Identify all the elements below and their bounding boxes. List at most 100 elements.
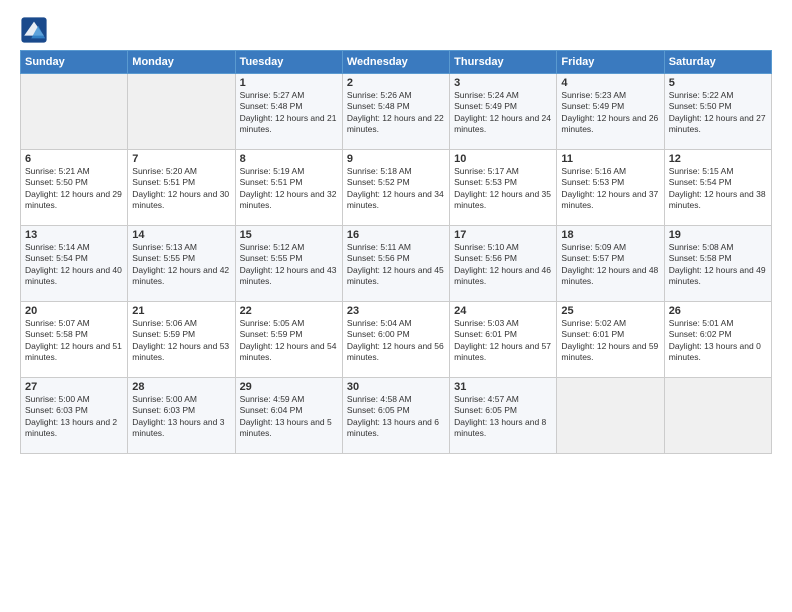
calendar-cell: 22Sunrise: 5:05 AMSunset: 5:59 PMDayligh… (235, 302, 342, 378)
week-row-1: 6Sunrise: 5:21 AMSunset: 5:50 PMDaylight… (21, 150, 772, 226)
calendar-table: SundayMondayTuesdayWednesdayThursdayFrid… (20, 50, 772, 454)
calendar-cell: 26Sunrise: 5:01 AMSunset: 6:02 PMDayligh… (664, 302, 771, 378)
day-number: 24 (454, 305, 552, 317)
day-content: Sunrise: 5:15 AMSunset: 5:54 PMDaylight:… (669, 166, 767, 212)
day-number: 25 (561, 305, 659, 317)
day-content: Sunrise: 5:11 AMSunset: 5:56 PMDaylight:… (347, 242, 445, 288)
day-content: Sunrise: 5:00 AMSunset: 6:03 PMDaylight:… (132, 394, 230, 440)
day-number: 16 (347, 229, 445, 241)
day-number: 7 (132, 153, 230, 165)
weekday-header-saturday: Saturday (664, 51, 771, 74)
day-number: 31 (454, 381, 552, 393)
calendar-cell: 4Sunrise: 5:23 AMSunset: 5:49 PMDaylight… (557, 74, 664, 150)
calendar-cell (21, 74, 128, 150)
week-row-0: 1Sunrise: 5:27 AMSunset: 5:48 PMDaylight… (21, 74, 772, 150)
day-number: 11 (561, 153, 659, 165)
day-content: Sunrise: 5:00 AMSunset: 6:03 PMDaylight:… (25, 394, 123, 440)
calendar-cell: 29Sunrise: 4:59 AMSunset: 6:04 PMDayligh… (235, 378, 342, 454)
day-content: Sunrise: 5:17 AMSunset: 5:53 PMDaylight:… (454, 166, 552, 212)
week-row-4: 27Sunrise: 5:00 AMSunset: 6:03 PMDayligh… (21, 378, 772, 454)
calendar-cell: 5Sunrise: 5:22 AMSunset: 5:50 PMDaylight… (664, 74, 771, 150)
day-number: 20 (25, 305, 123, 317)
calendar-cell: 27Sunrise: 5:00 AMSunset: 6:03 PMDayligh… (21, 378, 128, 454)
calendar-cell: 8Sunrise: 5:19 AMSunset: 5:51 PMDaylight… (235, 150, 342, 226)
day-content: Sunrise: 4:58 AMSunset: 6:05 PMDaylight:… (347, 394, 445, 440)
day-number: 18 (561, 229, 659, 241)
calendar-cell: 2Sunrise: 5:26 AMSunset: 5:48 PMDaylight… (342, 74, 449, 150)
day-content: Sunrise: 5:06 AMSunset: 5:59 PMDaylight:… (132, 318, 230, 364)
calendar-cell (128, 74, 235, 150)
day-content: Sunrise: 5:14 AMSunset: 5:54 PMDaylight:… (25, 242, 123, 288)
weekday-header-sunday: Sunday (21, 51, 128, 74)
day-content: Sunrise: 5:21 AMSunset: 5:50 PMDaylight:… (25, 166, 123, 212)
day-number: 8 (240, 153, 338, 165)
day-number: 29 (240, 381, 338, 393)
day-content: Sunrise: 5:12 AMSunset: 5:55 PMDaylight:… (240, 242, 338, 288)
day-number: 9 (347, 153, 445, 165)
calendar-cell: 19Sunrise: 5:08 AMSunset: 5:58 PMDayligh… (664, 226, 771, 302)
day-content: Sunrise: 5:26 AMSunset: 5:48 PMDaylight:… (347, 90, 445, 136)
day-number: 28 (132, 381, 230, 393)
week-row-3: 20Sunrise: 5:07 AMSunset: 5:58 PMDayligh… (21, 302, 772, 378)
day-content: Sunrise: 5:04 AMSunset: 6:00 PMDaylight:… (347, 318, 445, 364)
day-number: 14 (132, 229, 230, 241)
calendar-cell: 10Sunrise: 5:17 AMSunset: 5:53 PMDayligh… (450, 150, 557, 226)
day-number: 2 (347, 77, 445, 89)
day-number: 10 (454, 153, 552, 165)
calendar-cell: 7Sunrise: 5:20 AMSunset: 5:51 PMDaylight… (128, 150, 235, 226)
day-number: 1 (240, 77, 338, 89)
calendar-cell: 28Sunrise: 5:00 AMSunset: 6:03 PMDayligh… (128, 378, 235, 454)
calendar-cell: 21Sunrise: 5:06 AMSunset: 5:59 PMDayligh… (128, 302, 235, 378)
day-content: Sunrise: 5:02 AMSunset: 6:01 PMDaylight:… (561, 318, 659, 364)
day-number: 6 (25, 153, 123, 165)
day-content: Sunrise: 5:07 AMSunset: 5:58 PMDaylight:… (25, 318, 123, 364)
calendar-cell: 23Sunrise: 5:04 AMSunset: 6:00 PMDayligh… (342, 302, 449, 378)
day-content: Sunrise: 5:13 AMSunset: 5:55 PMDaylight:… (132, 242, 230, 288)
calendar-cell: 6Sunrise: 5:21 AMSunset: 5:50 PMDaylight… (21, 150, 128, 226)
day-number: 4 (561, 77, 659, 89)
day-content: Sunrise: 5:24 AMSunset: 5:49 PMDaylight:… (454, 90, 552, 136)
calendar-cell: 25Sunrise: 5:02 AMSunset: 6:01 PMDayligh… (557, 302, 664, 378)
calendar-cell: 17Sunrise: 5:10 AMSunset: 5:56 PMDayligh… (450, 226, 557, 302)
day-number: 3 (454, 77, 552, 89)
day-number: 21 (132, 305, 230, 317)
day-content: Sunrise: 5:05 AMSunset: 5:59 PMDaylight:… (240, 318, 338, 364)
weekday-header-tuesday: Tuesday (235, 51, 342, 74)
day-number: 27 (25, 381, 123, 393)
day-number: 19 (669, 229, 767, 241)
calendar-cell: 15Sunrise: 5:12 AMSunset: 5:55 PMDayligh… (235, 226, 342, 302)
day-content: Sunrise: 4:57 AMSunset: 6:05 PMDaylight:… (454, 394, 552, 440)
weekday-header-row: SundayMondayTuesdayWednesdayThursdayFrid… (21, 51, 772, 74)
weekday-header-thursday: Thursday (450, 51, 557, 74)
day-content: Sunrise: 5:20 AMSunset: 5:51 PMDaylight:… (132, 166, 230, 212)
weekday-header-wednesday: Wednesday (342, 51, 449, 74)
day-content: Sunrise: 5:16 AMSunset: 5:53 PMDaylight:… (561, 166, 659, 212)
day-content: Sunrise: 5:18 AMSunset: 5:52 PMDaylight:… (347, 166, 445, 212)
day-content: Sunrise: 5:23 AMSunset: 5:49 PMDaylight:… (561, 90, 659, 136)
day-content: Sunrise: 5:09 AMSunset: 5:57 PMDaylight:… (561, 242, 659, 288)
day-number: 22 (240, 305, 338, 317)
day-number: 17 (454, 229, 552, 241)
day-number: 5 (669, 77, 767, 89)
day-number: 13 (25, 229, 123, 241)
day-content: Sunrise: 5:19 AMSunset: 5:51 PMDaylight:… (240, 166, 338, 212)
calendar-cell: 1Sunrise: 5:27 AMSunset: 5:48 PMDaylight… (235, 74, 342, 150)
calendar-cell: 30Sunrise: 4:58 AMSunset: 6:05 PMDayligh… (342, 378, 449, 454)
logo-icon (20, 16, 48, 44)
day-content: Sunrise: 5:27 AMSunset: 5:48 PMDaylight:… (240, 90, 338, 136)
day-content: Sunrise: 5:10 AMSunset: 5:56 PMDaylight:… (454, 242, 552, 288)
week-row-2: 13Sunrise: 5:14 AMSunset: 5:54 PMDayligh… (21, 226, 772, 302)
calendar-cell: 20Sunrise: 5:07 AMSunset: 5:58 PMDayligh… (21, 302, 128, 378)
calendar-cell (664, 378, 771, 454)
calendar-cell: 14Sunrise: 5:13 AMSunset: 5:55 PMDayligh… (128, 226, 235, 302)
day-content: Sunrise: 5:03 AMSunset: 6:01 PMDaylight:… (454, 318, 552, 364)
day-content: Sunrise: 4:59 AMSunset: 6:04 PMDaylight:… (240, 394, 338, 440)
day-content: Sunrise: 5:01 AMSunset: 6:02 PMDaylight:… (669, 318, 767, 364)
calendar-cell: 13Sunrise: 5:14 AMSunset: 5:54 PMDayligh… (21, 226, 128, 302)
day-number: 15 (240, 229, 338, 241)
calendar-cell: 16Sunrise: 5:11 AMSunset: 5:56 PMDayligh… (342, 226, 449, 302)
calendar-cell: 9Sunrise: 5:18 AMSunset: 5:52 PMDaylight… (342, 150, 449, 226)
weekday-header-friday: Friday (557, 51, 664, 74)
calendar-cell: 24Sunrise: 5:03 AMSunset: 6:01 PMDayligh… (450, 302, 557, 378)
day-content: Sunrise: 5:22 AMSunset: 5:50 PMDaylight:… (669, 90, 767, 136)
